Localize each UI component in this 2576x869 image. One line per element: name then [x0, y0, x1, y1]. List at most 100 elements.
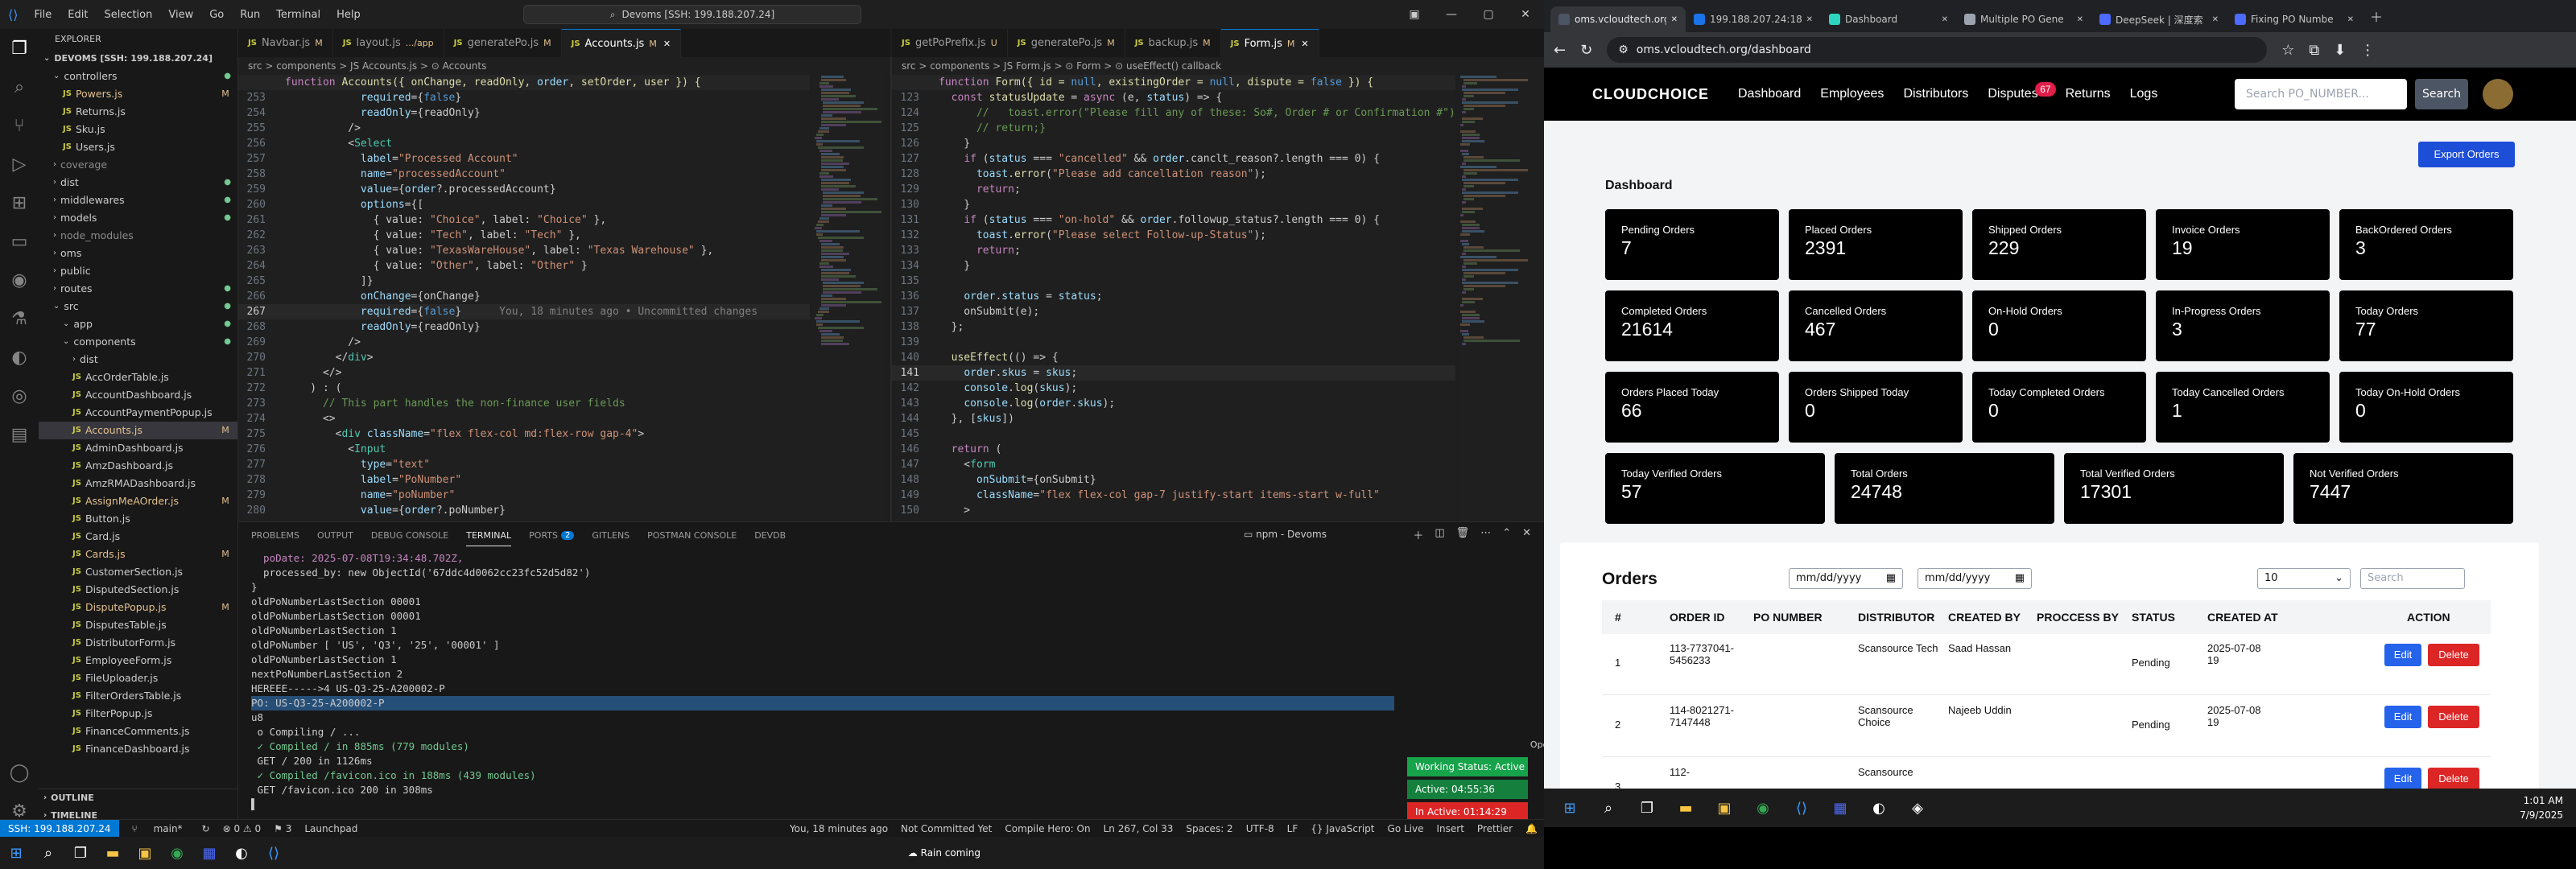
right-code-editor[interactable]: function Form({ id = null, existingOrder…	[892, 75, 1455, 521]
docker-icon[interactable]: ▤	[0, 415, 39, 454]
file-item[interactable]: JS AccOrderTable.js	[39, 369, 237, 386]
file-item[interactable]: JS AmzDashboard.js	[39, 457, 237, 475]
folder-item[interactable]: ⌄ controllers ●	[39, 68, 237, 85]
table-row[interactable]: 1 113-7737041-5456233 Scansource Tech Saad …	[1602, 634, 2491, 695]
app2-icon[interactable]: ◈	[1898, 789, 1937, 827]
browser-tab[interactable]: Multiple PO Gene ✕	[1956, 6, 2091, 32]
editor-tab[interactable]: JS generatePo.js M	[444, 29, 562, 57]
layout-icon[interactable]: ▣	[1396, 8, 1433, 21]
minimize-button[interactable]: —	[1433, 8, 1470, 21]
start-date-input[interactable]: mm/dd/yyyy ▦	[1789, 568, 1903, 589]
folder-item[interactable]: ⌄ app ●	[39, 315, 237, 333]
stat-card[interactable]: Shipped Orders 229	[1972, 209, 2146, 280]
source-control-icon[interactable]: ⑂	[0, 106, 39, 145]
file-item[interactable]: JS FinanceComments.js	[39, 723, 237, 740]
vscode-taskbar-icon[interactable]: ⟨⟩	[1782, 789, 1821, 827]
stat-card[interactable]: Today On-Hold Orders 0	[2339, 372, 2513, 443]
editor-tab[interactable]: JS generatePo.js M	[1007, 29, 1125, 57]
indent-indicator[interactable]: Spaces: 2	[1179, 823, 1239, 834]
table-row[interactable]: 3 112- Scansource Edit Delete	[1602, 758, 2491, 789]
windows-start-icon[interactable]: ⊞	[0, 837, 32, 869]
menu-view[interactable]: View	[160, 9, 201, 21]
reload-icon[interactable]: ↻	[1580, 42, 1592, 59]
nav-distributors[interactable]: Distributors	[1903, 87, 1968, 101]
stat-card[interactable]: On-Hold Orders 0	[1972, 290, 2146, 361]
add-terminal-icon[interactable]: ＋	[1413, 527, 1423, 542]
panel-tab-devdb[interactable]: DEVDB	[754, 530, 786, 541]
folder-item[interactable]: › node_modules	[39, 227, 237, 245]
ports-indicator[interactable]: ⚑ 3	[267, 823, 298, 834]
edit-button[interactable]: Edit	[2384, 706, 2421, 728]
nav-returns[interactable]: Returns	[2066, 87, 2111, 101]
close-panel-icon[interactable]: ✕	[1522, 527, 1531, 542]
browser-tab[interactable]: Fixing PO Numbe ✕	[2227, 6, 2362, 32]
remote-indicator[interactable]: SSH: 199.188.207.24	[0, 819, 119, 838]
problems-indicator[interactable]: ⊗ 0 ⚠ 0	[217, 823, 268, 834]
file-item[interactable]: JS Button.js	[39, 510, 237, 528]
app-icon[interactable]: ▦	[1821, 789, 1860, 827]
menu-run[interactable]: Run	[232, 9, 268, 21]
search-icon[interactable]: ⌕	[0, 68, 39, 106]
new-tab-icon[interactable]: ＋	[2370, 6, 2383, 26]
notifications-icon[interactable]: 🔔	[1519, 823, 1544, 834]
media-icon[interactable]: ◐	[1860, 789, 1898, 827]
browser-tab[interactable]: DeepSeek | 深度索 ✕	[2091, 6, 2227, 32]
panel-tab-ports[interactable]: PORTS	[529, 530, 558, 541]
editor-tab[interactable]: JS getPoPrefix.js U	[892, 29, 1008, 57]
account-icon[interactable]: ◯	[0, 753, 39, 792]
stat-card[interactable]: Invoice Orders 19	[2156, 209, 2330, 280]
end-date-input[interactable]: mm/dd/yyyy ▦	[1918, 568, 2032, 589]
task-view-icon[interactable]: ❐	[64, 837, 97, 869]
bookmark-star-icon[interactable]: ☆	[2281, 42, 2294, 59]
file-item[interactable]: JS Powers.js M	[39, 85, 237, 103]
folder-item[interactable]: › dist ●	[39, 174, 237, 192]
explorer-icon[interactable]: ❐	[0, 29, 39, 68]
stat-card[interactable]: Today Orders 77	[2339, 290, 2513, 361]
remote-explorer-icon[interactable]: ▭	[0, 222, 39, 261]
trash-icon[interactable]: 🗑	[1456, 527, 1470, 542]
left-code-editor[interactable]: function Accounts({ onChange, readOnly, …	[238, 75, 810, 521]
close-tab-icon[interactable]: ✕	[2212, 15, 2219, 24]
close-tab-icon[interactable]: ✕	[1806, 15, 1813, 24]
file-item[interactable]: JS Users.js	[39, 138, 237, 156]
close-tab-icon[interactable]: ✕	[1301, 39, 1308, 49]
file-item[interactable]: JS Cards.js M	[39, 546, 237, 563]
close-tab-icon[interactable]: ✕	[663, 39, 671, 49]
file-item[interactable]: JS EmployeeForm.js	[39, 652, 237, 669]
close-tab-icon[interactable]: ✕	[1671, 15, 1678, 24]
media-icon[interactable]: ◐	[225, 837, 258, 869]
stat-card[interactable]: In-Progress Orders 3	[2156, 290, 2330, 361]
workspace-root[interactable]: ⌄ DEVOMS [SSH: 199.188.207.24]	[39, 50, 237, 68]
file-item[interactable]: JS CustomerSection.js	[39, 563, 237, 581]
panel-tab-problems[interactable]: PROBLEMS	[251, 530, 299, 541]
postman-icon[interactable]: ◐	[0, 338, 39, 377]
windows-start-icon[interactable]: ⊞	[1550, 789, 1589, 827]
split-terminal-icon[interactable]: ◫	[1435, 527, 1444, 542]
delete-button[interactable]: Delete	[2428, 768, 2479, 789]
database-icon[interactable]: ◎	[0, 377, 39, 415]
folder-item[interactable]: › models ●	[39, 209, 237, 227]
close-button[interactable]: ✕	[1507, 8, 1544, 21]
stat-card[interactable]: Total Verified Orders 17301	[2064, 453, 2284, 524]
terminal-output[interactable]: poDate: 2025-07-08T19:34:48.702Z, proces…	[251, 551, 1394, 825]
search-button[interactable]: Search	[2415, 79, 2468, 109]
file-item[interactable]: JS FinanceDashboard.js	[39, 740, 237, 758]
nav-logs[interactable]: Logs	[2130, 87, 2158, 101]
maximize-button[interactable]: ▢	[1470, 8, 1507, 21]
folder-item[interactable]: › routes ●	[39, 280, 237, 298]
menu-go[interactable]: Go	[201, 9, 232, 21]
go-live-button[interactable]: Go Live	[1381, 823, 1430, 834]
menu-terminal[interactable]: Terminal	[268, 9, 328, 21]
back-icon[interactable]: ←	[1554, 42, 1566, 59]
editor-tab[interactable]: JS layout.js .../app	[332, 29, 444, 57]
system-clock[interactable]: 1:01 AM 7/9/2025	[2520, 793, 2563, 822]
edit-button[interactable]: Edit	[2384, 768, 2421, 789]
weather-widget[interactable]: ☁ Rain coming	[908, 847, 980, 859]
right-breadcrumb[interactable]: src > components > JS Form.js > ⊙ Form >…	[892, 57, 1544, 75]
menu-help[interactable]: Help	[328, 9, 369, 21]
stat-card[interactable]: Today Completed Orders 0	[1972, 372, 2146, 443]
search-icon[interactable]: ⌕	[1589, 789, 1628, 827]
stat-card[interactable]: Not Verified Orders 7447	[2293, 453, 2513, 524]
folder-item[interactable]: › oms	[39, 245, 237, 262]
file-item[interactable]: JS AssignMeAOrder.js M	[39, 492, 237, 510]
